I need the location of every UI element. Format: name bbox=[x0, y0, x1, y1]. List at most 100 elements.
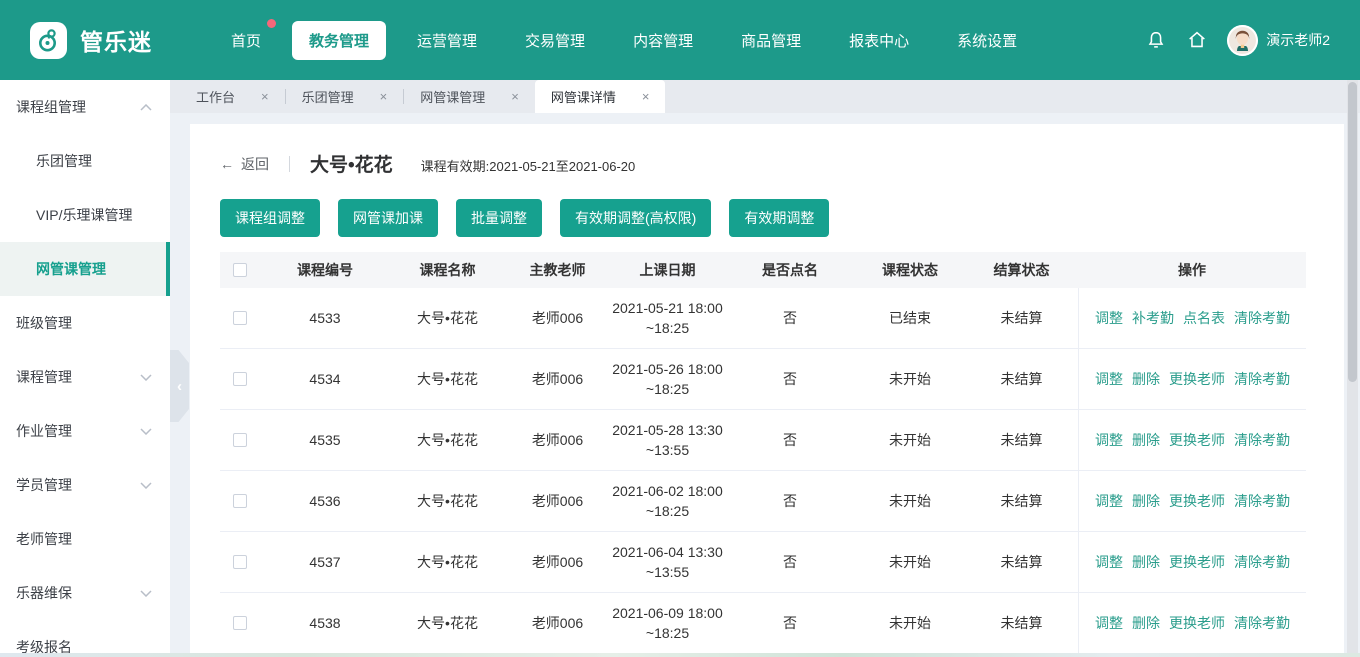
table-row: 4534 大号•花花 老师006 2021-05-26 18:00~18:25 … bbox=[220, 349, 1306, 410]
action-link-2[interactable]: 删除 bbox=[1132, 430, 1160, 450]
cell-actions: 调整 删除 更换老师 清除考勤 bbox=[1078, 349, 1306, 409]
action-link-2[interactable]: 补考勤 bbox=[1132, 308, 1174, 328]
cell-teacher: 老师006 bbox=[505, 613, 610, 633]
user-menu[interactable]: 演示老师2 bbox=[1227, 25, 1330, 56]
cell-course-code: 4537 bbox=[260, 554, 390, 570]
cell-class-date: 2021-06-09 18:00~18:25 bbox=[610, 603, 725, 643]
sidebar-item-class-mgmt[interactable]: 班级管理 bbox=[0, 296, 170, 350]
sidebar-item-vip-theory-mgmt[interactable]: VIP/乐理课管理 bbox=[0, 188, 170, 242]
page-scrollbar-thumb[interactable] bbox=[1348, 82, 1357, 382]
page-scrollbar-track bbox=[1347, 80, 1358, 655]
nav-item-settings[interactable]: 系统设置 bbox=[940, 21, 1034, 60]
action-link-3[interactable]: 更换老师 bbox=[1169, 613, 1225, 633]
col-header-roll-call: 是否点名 bbox=[725, 260, 855, 280]
back-button[interactable]: ← 返回 bbox=[220, 154, 269, 174]
sidebar-item-instrument-maintenance[interactable]: 乐器维保 bbox=[0, 566, 170, 620]
action-link-4[interactable]: 清除考勤 bbox=[1234, 491, 1290, 511]
cell-settlement-status: 未结算 bbox=[965, 430, 1078, 450]
row-checkbox-cell bbox=[220, 494, 260, 508]
sidebar-item-orchestra-mgmt[interactable]: 乐团管理 bbox=[0, 134, 170, 188]
select-all-checkbox-cell bbox=[220, 263, 260, 277]
navbar-right: 演示老师2 bbox=[1145, 25, 1330, 56]
header-divider bbox=[289, 156, 290, 172]
cell-course-status: 已结束 bbox=[855, 308, 965, 328]
nav-item-content[interactable]: 内容管理 bbox=[616, 21, 710, 60]
cell-teacher: 老师006 bbox=[505, 552, 610, 572]
action-link-2[interactable]: 删除 bbox=[1132, 552, 1160, 572]
action-link-2[interactable]: 删除 bbox=[1132, 613, 1160, 633]
action-link-1[interactable]: 调整 bbox=[1095, 491, 1123, 511]
action-link-1[interactable]: 调整 bbox=[1095, 552, 1123, 572]
sidebar-item-grade-exam-signup[interactable]: 考级报名 bbox=[0, 620, 170, 657]
cell-roll-call: 否 bbox=[725, 491, 855, 511]
bell-icon[interactable] bbox=[1145, 29, 1167, 51]
validity-adjust-button[interactable]: 有效期调整 bbox=[729, 199, 829, 237]
nav-item-academic[interactable]: 教务管理 bbox=[292, 21, 386, 60]
action-link-3[interactable]: 更换老师 bbox=[1169, 369, 1225, 389]
row-checkbox[interactable] bbox=[233, 494, 247, 508]
cell-actions: 调整 删除 更换老师 清除考勤 bbox=[1078, 410, 1306, 470]
row-checkbox-cell bbox=[220, 311, 260, 325]
validity-adjust-high-perm-button[interactable]: 有效期调整(高权限) bbox=[560, 199, 711, 237]
course-table: 课程编号 课程名称 主教老师 上课日期 是否点名 课程状态 结算状态 操作 45… bbox=[220, 252, 1306, 654]
chevron-down-icon bbox=[140, 482, 152, 489]
brand-logo[interactable]: 管乐迷 bbox=[30, 22, 152, 59]
close-tab-icon[interactable]: × bbox=[380, 89, 388, 104]
tab-online-class-detail[interactable]: 网管课详情 × bbox=[535, 80, 666, 113]
add-online-class-button[interactable]: 网管课加课 bbox=[338, 199, 438, 237]
action-link-4[interactable]: 清除考勤 bbox=[1234, 613, 1290, 633]
action-link-1[interactable]: 调整 bbox=[1095, 613, 1123, 633]
action-link-1[interactable]: 调整 bbox=[1095, 308, 1123, 328]
action-link-2[interactable]: 删除 bbox=[1132, 491, 1160, 511]
action-link-4[interactable]: 清除考勤 bbox=[1234, 430, 1290, 450]
action-link-2[interactable]: 删除 bbox=[1132, 369, 1160, 389]
sidebar-item-homework-mgmt[interactable]: 作业管理 bbox=[0, 404, 170, 458]
select-all-checkbox[interactable] bbox=[233, 263, 247, 277]
batch-adjust-button[interactable]: 批量调整 bbox=[456, 199, 542, 237]
action-link-1[interactable]: 调整 bbox=[1095, 369, 1123, 389]
row-checkbox-cell bbox=[220, 372, 260, 386]
sidebar-item-online-class-mgmt[interactable]: 网管课管理 bbox=[0, 242, 170, 296]
course-group-adjust-button[interactable]: 课程组调整 bbox=[220, 199, 320, 237]
nav-item-reports[interactable]: 报表中心 bbox=[832, 21, 926, 60]
nav-item-home[interactable]: 首页 bbox=[214, 21, 278, 60]
action-link-4[interactable]: 清除考勤 bbox=[1234, 308, 1290, 328]
tab-orchestra-mgmt[interactable]: 乐团管理 × bbox=[286, 80, 404, 113]
nav-item-transactions[interactable]: 交易管理 bbox=[508, 21, 602, 60]
sidebar-item-student-mgmt[interactable]: 学员管理 bbox=[0, 458, 170, 512]
sidebar-item-teacher-mgmt[interactable]: 老师管理 bbox=[0, 512, 170, 566]
close-tab-icon[interactable]: × bbox=[261, 89, 269, 104]
tab-online-class-mgmt[interactable]: 网管课管理 × bbox=[404, 80, 535, 113]
detail-header: ← 返回 大号•花花 课程有效期:2021-05-21至2021-06-20 bbox=[190, 124, 1344, 177]
chevron-up-icon bbox=[140, 104, 152, 111]
nav-item-products[interactable]: 商品管理 bbox=[724, 21, 818, 60]
action-link-3[interactable]: 点名表 bbox=[1183, 308, 1225, 328]
cell-course-code: 4533 bbox=[260, 310, 390, 326]
cell-roll-call: 否 bbox=[725, 430, 855, 450]
home-icon[interactable] bbox=[1186, 29, 1208, 51]
action-link-3[interactable]: 更换老师 bbox=[1169, 491, 1225, 511]
sidebar-item-course-mgmt[interactable]: 课程管理 bbox=[0, 350, 170, 404]
action-link-1[interactable]: 调整 bbox=[1095, 430, 1123, 450]
col-header-teacher: 主教老师 bbox=[505, 260, 610, 280]
taskbar-edge-strip bbox=[0, 653, 1360, 657]
action-link-3[interactable]: 更换老师 bbox=[1169, 430, 1225, 450]
row-checkbox-cell bbox=[220, 433, 260, 447]
row-checkbox[interactable] bbox=[233, 372, 247, 386]
action-link-4[interactable]: 清除考勤 bbox=[1234, 552, 1290, 572]
row-checkbox[interactable] bbox=[233, 311, 247, 325]
row-checkbox[interactable] bbox=[233, 616, 247, 630]
cell-teacher: 老师006 bbox=[505, 308, 610, 328]
sidebar-collapse-handle[interactable]: ‹ bbox=[170, 350, 189, 422]
action-link-4[interactable]: 清除考勤 bbox=[1234, 369, 1290, 389]
sidebar: 课程组管理 乐团管理 VIP/乐理课管理 网管课管理 班级管理 课程管理 作业管… bbox=[0, 80, 170, 657]
close-tab-icon[interactable]: × bbox=[642, 89, 650, 104]
row-checkbox[interactable] bbox=[233, 433, 247, 447]
action-link-3[interactable]: 更换老师 bbox=[1169, 552, 1225, 572]
sidebar-item-course-group-mgmt[interactable]: 课程组管理 bbox=[0, 80, 170, 134]
close-tab-icon[interactable]: × bbox=[511, 89, 519, 104]
back-arrow-icon: ← bbox=[220, 156, 234, 172]
nav-item-operations[interactable]: 运营管理 bbox=[400, 21, 494, 60]
row-checkbox[interactable] bbox=[233, 555, 247, 569]
tab-workbench[interactable]: 工作台 × bbox=[180, 80, 285, 113]
